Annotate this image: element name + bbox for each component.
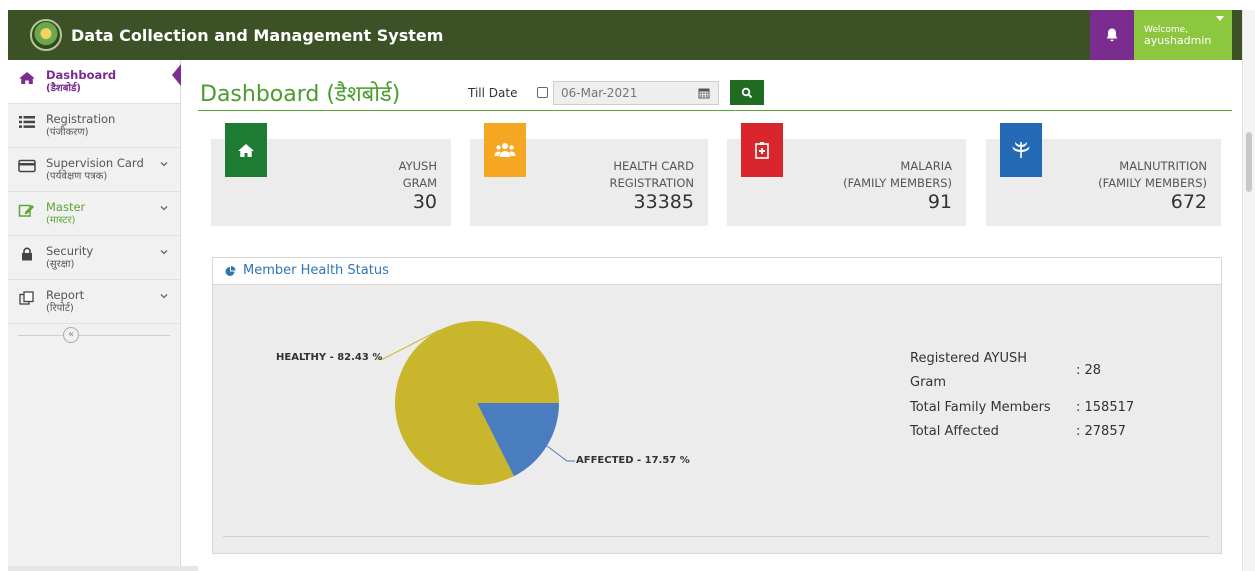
- caret-down-icon: [1216, 16, 1224, 21]
- card-label: AYUSH GRAM: [398, 159, 437, 190]
- report-icon: [19, 291, 34, 305]
- divider: [18, 335, 170, 336]
- username: ayushadmin: [1144, 34, 1212, 47]
- card-label: MALARIA (FAMILY MEMBERS): [843, 159, 952, 190]
- sidebar-item-master[interactable]: Master (मास्टर): [8, 192, 180, 236]
- stat-key: Total Family Members: [910, 400, 1051, 415]
- pie-leader-line: [546, 445, 575, 462]
- sidebar-collapse-row: «: [8, 324, 180, 346]
- sidebar-item-sublabel: (रिपोर्ट): [46, 303, 74, 314]
- card-label: MALNUTRITION (FAMILY MEMBERS): [1098, 159, 1207, 190]
- edit-icon: [18, 204, 34, 217]
- panel-header: Member Health Status: [213, 258, 1221, 285]
- health-status-chart: HEALTHY - 82.43 % AFFECTED - 17.57 %: [213, 285, 813, 535]
- date-input[interactable]: 06-Mar-2021: [553, 81, 719, 105]
- header-divider: [198, 110, 1232, 111]
- lock-icon: [22, 247, 32, 261]
- sidebar-horizontal-scrollbar[interactable]: [8, 566, 198, 571]
- sidebar-item-sublabel: (पंजीकरण): [46, 127, 89, 138]
- stat-key: Total Affected: [910, 424, 999, 439]
- chevron-down-icon: [160, 250, 168, 255]
- card-value: 30: [412, 191, 437, 213]
- pie-label-healthy: HEALTHY - 82.43 %: [276, 352, 383, 363]
- till-date-checkbox[interactable]: [537, 87, 548, 98]
- card-value: 91: [927, 191, 952, 213]
- panel-title: Member Health Status: [243, 263, 389, 278]
- leaf-icon: [1012, 142, 1030, 158]
- sidebar-item-sublabel: (डैशबोर्ड): [46, 83, 81, 94]
- card-value: 672: [1170, 191, 1207, 213]
- scrollbar-thumb[interactable]: [1246, 132, 1252, 192]
- sidebar-item-sublabel: (सुरक्षा): [46, 259, 75, 270]
- stat-card-health-card-registration: HEALTH CARD REGISTRATION 33385: [470, 123, 708, 226]
- calendar-icon[interactable]: [698, 87, 710, 99]
- page-vertical-scrollbar[interactable]: [1242, 10, 1255, 571]
- list-icon: [19, 116, 35, 128]
- sidebar-item-sublabel: (पर्यवेक्षण पत्रक): [46, 171, 108, 182]
- chevron-down-icon: [160, 162, 168, 167]
- member-health-status-panel: Member Health Status HEALTHY - 82.43 % A…: [212, 257, 1222, 554]
- pie-chart: [375, 321, 575, 485]
- sidebar-item-sublabel: (मास्टर): [46, 215, 76, 226]
- stat-card-malaria: MALARIA (FAMILY MEMBERS) 91: [727, 123, 966, 226]
- active-indicator: [172, 64, 181, 86]
- stat-value: : 27857: [1076, 424, 1126, 439]
- sidebar-item-registration[interactable]: Registration (पंजीकरण): [8, 104, 180, 148]
- sidebar-item-label: Registration: [46, 112, 116, 126]
- card-icon-box: [225, 123, 267, 177]
- date-value: 06-Mar-2021: [561, 86, 638, 100]
- app-title: Data Collection and Management System: [71, 25, 444, 45]
- pie-chart-icon: [225, 266, 236, 276]
- search-button[interactable]: [730, 80, 764, 105]
- chevron-down-icon: [160, 206, 168, 211]
- bell-icon: [1106, 28, 1118, 42]
- stat-value: : 28: [1076, 363, 1102, 378]
- app-logo-icon: [30, 19, 62, 51]
- sidebar-item-label: Dashboard: [46, 68, 117, 82]
- stat-card-ayush-gram: AYUSH GRAM 30: [211, 123, 451, 226]
- card-value: 33385: [633, 191, 694, 213]
- pie-label-affected: AFFECTED - 17.57 %: [576, 455, 690, 466]
- page-title: Dashboard (डैशबोर्ड): [200, 82, 401, 107]
- sidebar: Dashboard (डैशबोर्ड) Registration (पंजीक…: [8, 60, 198, 571]
- user-menu[interactable]: Welcome, ayushadmin: [1134, 10, 1232, 60]
- notifications-button[interactable]: [1090, 10, 1134, 60]
- home-icon: [19, 72, 35, 84]
- hospital-icon: [755, 142, 769, 159]
- sidebar-item-dashboard[interactable]: Dashboard (डैशबोर्ड): [8, 60, 181, 104]
- card-icon-box: [1000, 123, 1042, 177]
- search-icon: [741, 87, 753, 98]
- card-icon-box: [741, 123, 783, 177]
- sidebar-collapse-button[interactable]: «: [63, 327, 79, 343]
- sidebar-item-report[interactable]: Report (रिपोर्ट): [8, 280, 180, 324]
- stat-key-continued: Gram: [910, 375, 947, 390]
- stat-card-malnutrition: MALNUTRITION (FAMILY MEMBERS) 672: [986, 123, 1221, 226]
- users-icon: [494, 143, 516, 157]
- card-icon-box: [484, 123, 526, 177]
- chevron-down-icon: [160, 294, 168, 299]
- stat-value: : 158517: [1076, 400, 1135, 415]
- top-navbar: Data Collection and Management System We…: [8, 10, 1242, 60]
- sidebar-item-security[interactable]: Security (सुरक्षा): [8, 236, 180, 280]
- card-label: HEALTH CARD REGISTRATION: [609, 159, 694, 190]
- stat-key: Registered AYUSH: [910, 351, 1027, 366]
- credit-card-icon: [18, 159, 36, 173]
- till-date-label: Till Date: [468, 86, 518, 100]
- home-icon: [238, 143, 254, 157]
- panel-footer-divider: [223, 536, 1209, 537]
- sidebar-item-supervision-card[interactable]: Supervision Card (पर्यवेक्षण पत्रक): [8, 148, 180, 192]
